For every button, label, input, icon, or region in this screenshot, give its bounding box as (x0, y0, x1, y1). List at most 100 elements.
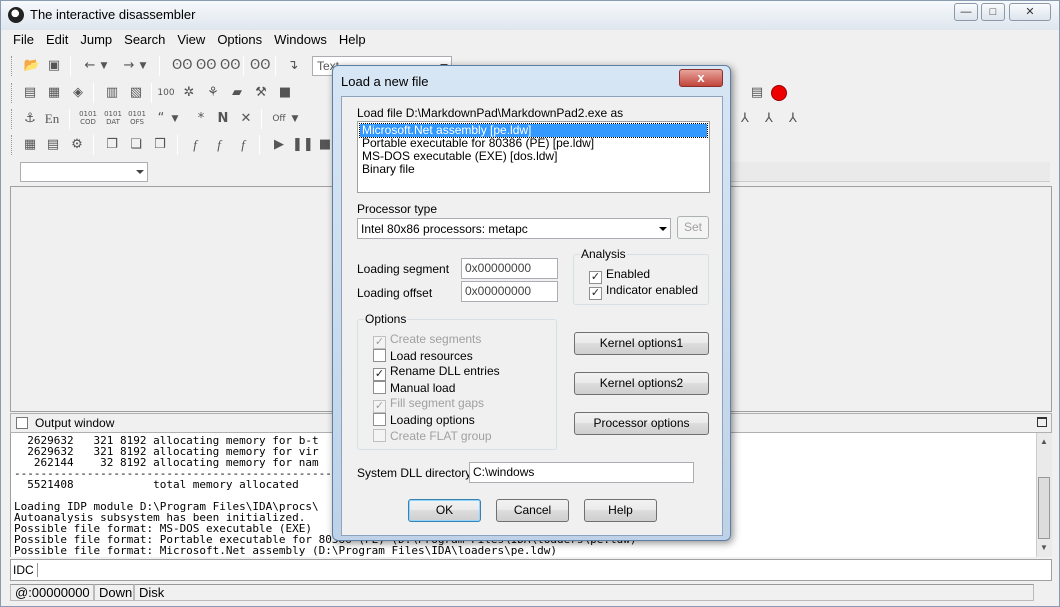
offset-icon[interactable]: 0101 OFS (127, 109, 147, 129)
output-maximize-icon[interactable] (1037, 417, 1047, 427)
manual-load-label: Manual load (390, 381, 456, 395)
binary-100-icon[interactable]: 100 (156, 83, 176, 103)
enums-icon[interactable]: ▧ (126, 83, 146, 103)
script-icon[interactable]: ▤ (43, 135, 63, 155)
menu-jump[interactable]: Jump (74, 30, 118, 50)
graph-tree3-icon[interactable]: ⅄ (783, 109, 803, 129)
stop-icon[interactable]: ■ (275, 83, 295, 103)
toolbar-grip (11, 109, 14, 129)
loading-offset-input[interactable]: 0x00000000 (461, 281, 558, 302)
scroll-thumb[interactable] (1038, 477, 1050, 539)
code-icon[interactable]: 0101 COD (78, 109, 98, 129)
kernel-options1-button[interactable]: Kernel options1 (574, 332, 709, 355)
indicator-enabled-checkbox[interactable]: ✓ Indicator enabled (589, 284, 698, 300)
tile-icon[interactable]: ❒ (150, 135, 170, 155)
load-resources-checkbox[interactable]: Load resources (373, 349, 473, 363)
rename-n-icon[interactable]: N (213, 109, 233, 129)
undefine-x-icon[interactable]: ✕ (236, 109, 256, 129)
note-icon[interactable]: ▤ (747, 83, 767, 103)
binoculars-next-icon[interactable]: ʘʘ (219, 56, 240, 76)
status-direction: Down (94, 584, 134, 601)
forward-dropdown-icon[interactable]: ▼ (137, 56, 149, 76)
jump-icon[interactable]: ↴ (283, 56, 303, 76)
close-window-button[interactable]: ✕ (1009, 3, 1051, 21)
pause-icon[interactable]: ❚❚ (291, 135, 314, 155)
hex-view-icon[interactable]: ▦ (44, 83, 64, 103)
tree-icon[interactable]: ⚘ (203, 83, 223, 103)
menu-edit[interactable]: Edit (40, 30, 74, 50)
help-button[interactable]: Help (584, 499, 657, 522)
function-end-icon[interactable]: f (233, 135, 253, 155)
menu-help[interactable]: Help (333, 30, 372, 50)
scroll-down-icon[interactable]: ▼ (1040, 543, 1048, 552)
loading-segment-input[interactable]: 0x00000000 (461, 258, 558, 279)
system-dll-directory-input[interactable]: C:\windows (469, 462, 694, 483)
menu-view[interactable]: View (171, 30, 211, 50)
set-button[interactable]: Set (677, 216, 709, 239)
forward-arrow-icon[interactable]: → (119, 56, 139, 76)
save-icon[interactable]: ▣ (44, 56, 64, 76)
menu-windows[interactable]: Windows (268, 30, 333, 50)
segment-combo[interactable] (20, 162, 148, 182)
asterisk-icon[interactable]: * (191, 109, 211, 129)
kernel-options2-button[interactable]: Kernel options2 (574, 372, 709, 395)
quote-icon[interactable]: “ (151, 109, 171, 129)
print-icon[interactable]: ▰ (227, 83, 247, 103)
play-icon[interactable]: ▶ (269, 135, 289, 155)
open-file-icon[interactable]: 📂 (22, 56, 42, 76)
dialog-close-button[interactable]: x (679, 69, 723, 87)
plugin-gear-icon[interactable]: ⚙ (67, 135, 87, 155)
output-scrollbar[interactable]: ▲ ▼ (1036, 433, 1052, 557)
windows-icon[interactable]: ❐ (102, 135, 122, 155)
scatter-icon[interactable]: ✲ (179, 83, 199, 103)
menu-options[interactable]: Options (211, 30, 268, 50)
cascade-icon[interactable]: ❏ (126, 135, 146, 155)
list-item[interactable]: Binary file (360, 163, 707, 176)
processor-options-button[interactable]: Processor options (574, 412, 709, 435)
binoculars-icon[interactable]: ʘʘ (171, 56, 192, 76)
minimize-button[interactable]: — (954, 3, 978, 21)
binoculars-immediate-icon[interactable]: ʘʘ (249, 56, 270, 76)
create-segments-checkbox[interactable]: ✓ Create segments (373, 333, 481, 349)
maximize-button[interactable]: □ (981, 3, 1005, 21)
back-dropdown-icon[interactable]: ▼ (98, 56, 110, 76)
menu-search[interactable]: Search (118, 30, 171, 50)
graph-tree2-icon[interactable]: ⅄ (759, 109, 779, 129)
dialog-title: Load a new file (341, 74, 429, 89)
off-dropdown-icon[interactable]: ▼ (289, 109, 301, 129)
scroll-up-icon[interactable]: ▲ (1040, 437, 1048, 446)
fill-segment-gaps-checkbox[interactable]: ✓ Fill segment gaps (373, 397, 484, 413)
text-view-icon[interactable]: ▤ (20, 83, 40, 103)
navigation-band[interactable] (730, 162, 1050, 182)
menu-file[interactable]: File (7, 30, 40, 50)
back-arrow-icon[interactable]: ← (80, 56, 100, 76)
processor-type-select[interactable]: Intel 80x86 processors: metapc (357, 218, 671, 239)
data-icon[interactable]: 0101 DAT (103, 109, 123, 129)
record-red-icon[interactable] (771, 85, 787, 101)
binoculars-text-icon[interactable]: ʘʘ (195, 56, 216, 76)
cancel-button[interactable]: Cancel (496, 499, 569, 522)
idc-label[interactable]: IDC (13, 563, 38, 577)
create-flat-group-checkbox[interactable]: Create FLAT group (373, 429, 492, 443)
enabled-checkbox[interactable]: ✓ Enabled (589, 268, 650, 284)
loading-options-checkbox[interactable]: Loading options (373, 413, 475, 427)
ok-button[interactable]: OK (408, 499, 481, 522)
string-en-icon[interactable]: En (42, 109, 62, 129)
function-edit-icon[interactable]: f (209, 135, 229, 155)
idc-command-bar[interactable]: IDC (10, 559, 1052, 581)
manual-load-checkbox[interactable]: Manual load (373, 381, 455, 395)
structures-icon[interactable]: ▥ (102, 83, 122, 103)
graph-view-icon[interactable]: ◈ (68, 83, 88, 103)
function-icon[interactable]: f (185, 135, 205, 155)
file-format-list[interactable]: Microsoft.Net assembly [pe.ldw] Portable… (357, 121, 710, 193)
toolbar-grip (11, 135, 14, 155)
anchor-icon[interactable]: ⚓ (20, 109, 40, 129)
quote-dropdown-icon[interactable]: ▼ (169, 109, 181, 129)
wrench-icon[interactable]: ⚒ (251, 83, 271, 103)
calculator-icon[interactable]: ▦ (20, 135, 40, 155)
off-icon[interactable]: Off (269, 109, 289, 129)
rename-dll-entries-checkbox[interactable]: ✓ Rename DLL entries (373, 365, 500, 381)
analysis-group: Analysis ✓ Enabled ✓ Indicator enabled (573, 247, 709, 305)
app-title: The interactive disassembler (30, 7, 196, 22)
graph-tree-icon[interactable]: ⅄ (735, 109, 755, 129)
